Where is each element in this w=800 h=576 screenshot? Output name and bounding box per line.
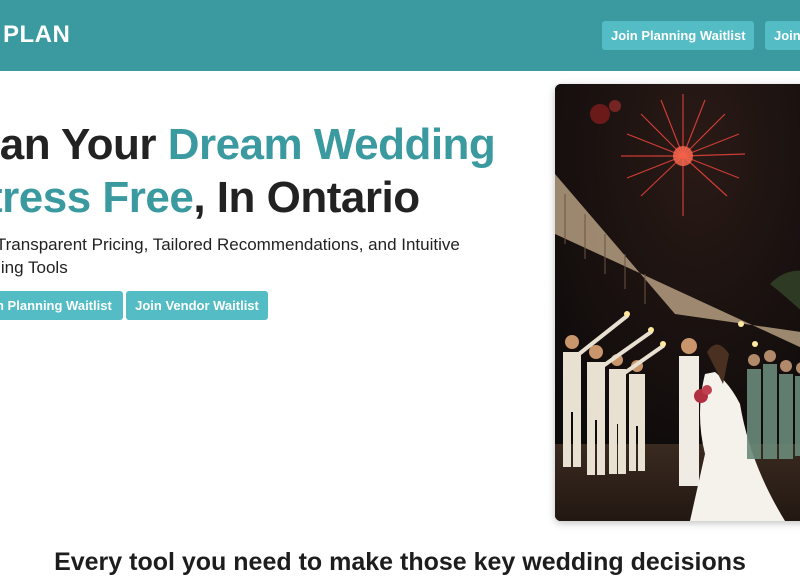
landing-page: PLAN Join Planning Waitlist Join Vendor …: [0, 0, 800, 576]
hero-subtitle-line2: nning Tools: [0, 258, 68, 277]
hero-title: lan Your Dream Wedding tress Free, In On…: [0, 118, 528, 224]
hero-join-vendor-waitlist-button[interactable]: Join Vendor Waitlist: [126, 291, 268, 320]
hero-title-part1: lan Your: [0, 120, 168, 169]
hero-subtitle-line1: d Transparent Pricing, Tailored Recommen…: [0, 235, 460, 254]
header-join-vendor-waitlist-button[interactable]: Join Vendor Waitlist: [765, 21, 800, 50]
hero-join-planning-waitlist-button[interactable]: n Planning Waitlist: [0, 291, 123, 320]
features-heading: Every tool you need to make those key we…: [54, 548, 746, 576]
site-header: PLAN Join Planning Waitlist Join Vendor …: [0, 0, 800, 71]
hero-wedding-photo: [555, 84, 800, 521]
hero-title-part2: , In Ontario: [193, 173, 420, 222]
header-join-planning-waitlist-button[interactable]: Join Planning Waitlist: [602, 21, 754, 50]
hero-subtitle: d Transparent Pricing, Tailored Recommen…: [0, 233, 522, 279]
logo[interactable]: PLAN: [3, 21, 70, 49]
hero-title-accent-dream-wedding: Dream Wedding: [167, 120, 496, 169]
hero-title-accent-stress-free: tress Free: [0, 173, 194, 222]
